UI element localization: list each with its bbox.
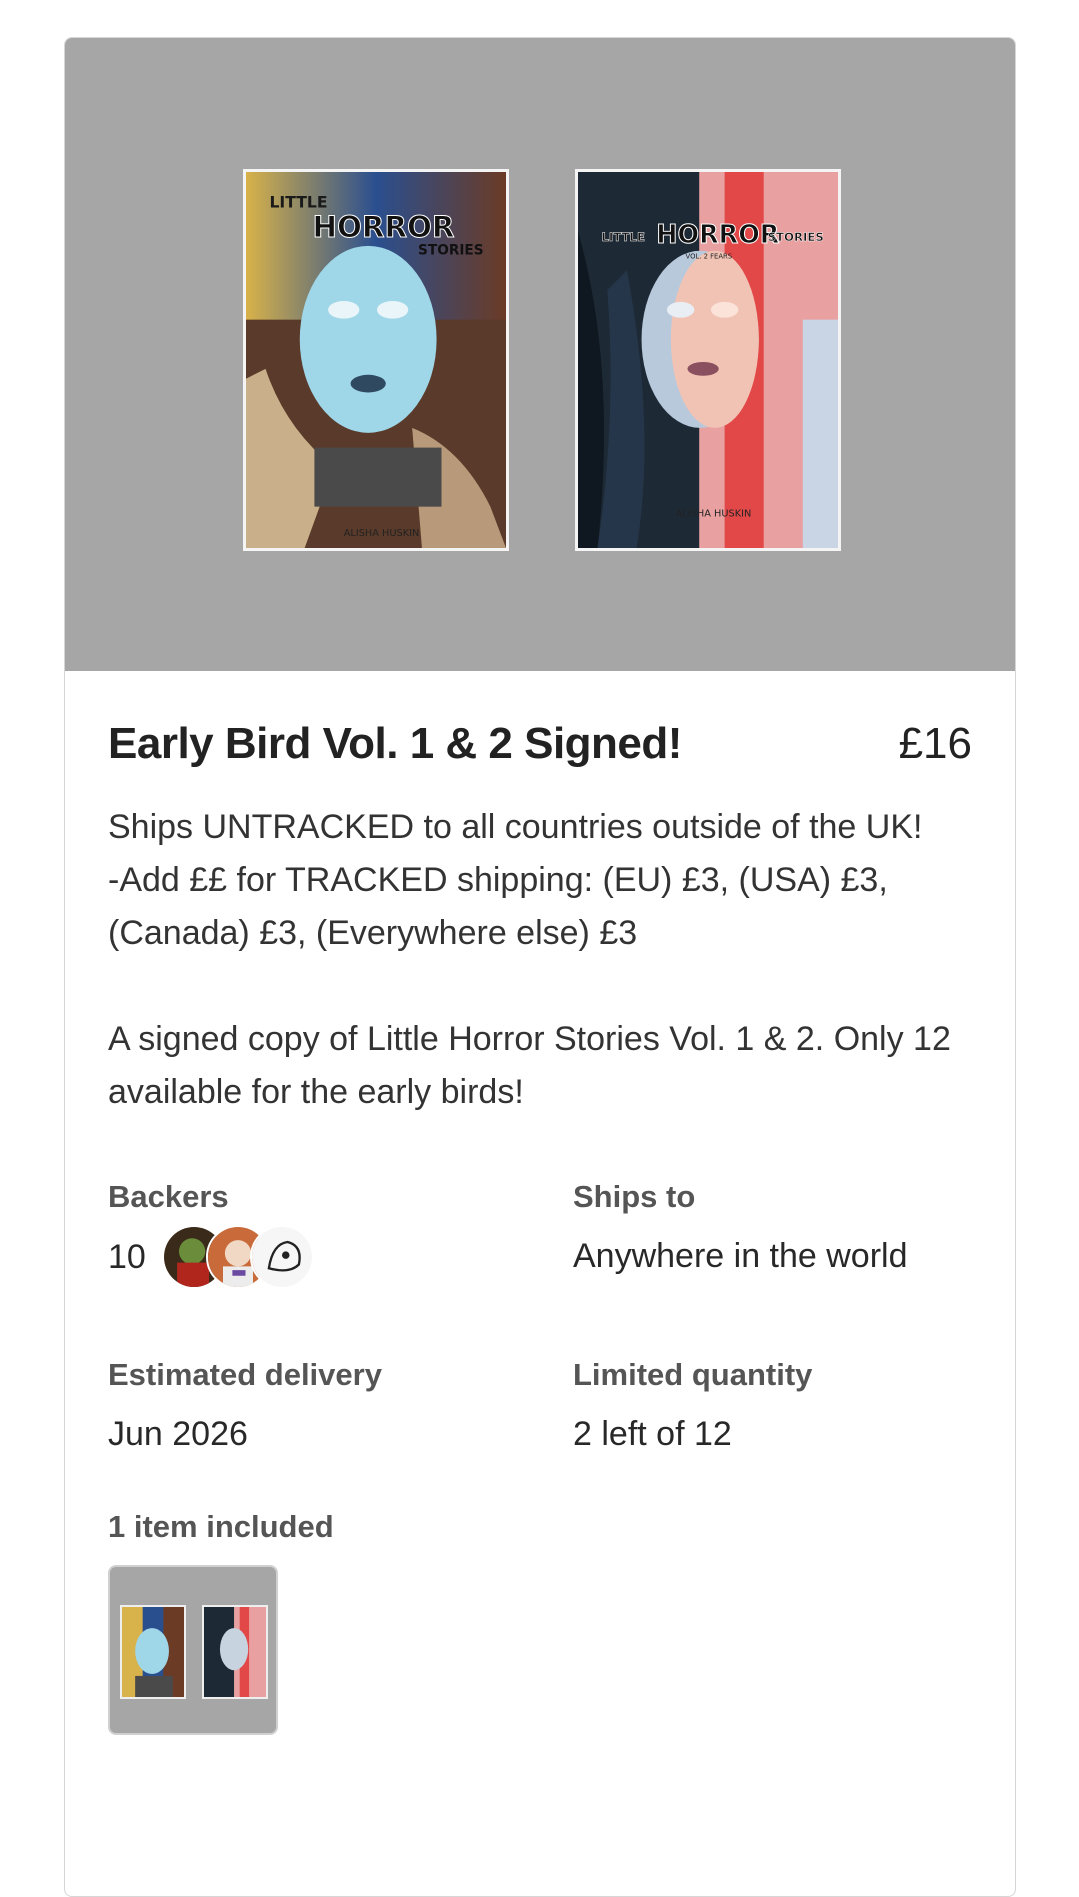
backers-section: Backers 10	[108, 1179, 528, 1289]
items-included-label: 1 item included	[108, 1509, 334, 1544]
reward-header: Early Bird Vol. 1 & 2 Signed! £16	[108, 719, 972, 771]
description-line: Ships UNTRACKED to all countries outside…	[108, 808, 923, 846]
description-line: A signed copy of Little Horror Stories V…	[108, 1020, 951, 1111]
svg-text:LITTLE: LITTLE	[601, 230, 645, 244]
svg-text:HORROR: HORROR	[312, 210, 454, 244]
svg-text:ALISHA HUSKIN: ALISHA HUSKIN	[344, 528, 420, 539]
backers-count: 10	[108, 1237, 146, 1276]
reward-card[interactable]: LITTLE HORROR STORIES ALISHA HUSKIN LITT…	[64, 37, 1016, 1897]
svg-text:HORROR: HORROR	[656, 220, 780, 250]
limited-quantity-label: Limited quantity	[573, 1357, 813, 1392]
svg-text:STORIES: STORIES	[768, 230, 824, 244]
limited-quantity-section: Limited quantity 2 left of 12	[573, 1357, 993, 1454]
svg-text:LITTLE: LITTLE	[269, 192, 327, 211]
estimated-delivery-section: Estimated delivery Jun 2026	[108, 1357, 528, 1454]
limited-quantity-value: 2 left of 12	[573, 1415, 732, 1453]
item-cover-vol1	[120, 1605, 186, 1699]
book-cover-vol2: LITTLE HORROR STORIES VOL. 2 FEARS ALISH…	[575, 169, 841, 551]
book-cover-vol1: LITTLE HORROR STORIES ALISHA HUSKIN	[243, 169, 509, 551]
reward-title: Early Bird Vol. 1 & 2 Signed!	[108, 719, 682, 768]
ships-to-value: Anywhere in the world	[573, 1237, 908, 1275]
included-item-thumbnail[interactable]	[108, 1565, 278, 1735]
estimated-delivery-value: Jun 2026	[108, 1415, 248, 1453]
svg-text:ALISHA HUSKIN: ALISHA HUSKIN	[676, 508, 752, 519]
ships-to-label: Ships to	[573, 1179, 696, 1214]
estimated-delivery-label: Estimated delivery	[108, 1357, 382, 1392]
reward-price: £16	[898, 719, 972, 768]
reward-hero-image: LITTLE HORROR STORIES ALISHA HUSKIN LITT…	[65, 38, 1015, 671]
reward-details: Backers 10 Ships to Anywhere in the worl…	[108, 1179, 972, 1479]
svg-text:STORIES: STORIES	[418, 243, 484, 259]
backer-avatars	[161, 1225, 314, 1289]
backers-label: Backers	[108, 1179, 229, 1214]
backer-avatar-3[interactable]	[249, 1225, 314, 1289]
svg-text:VOL. 2 FEARS: VOL. 2 FEARS	[686, 253, 733, 261]
item-cover-vol2	[202, 1605, 268, 1699]
description-line: -Add ££ for TRACKED shipping: (EU) £3, (…	[108, 861, 888, 952]
reward-description: Ships UNTRACKED to all countries outside…	[108, 801, 978, 1119]
ships-to-section: Ships to Anywhere in the world	[573, 1179, 993, 1276]
